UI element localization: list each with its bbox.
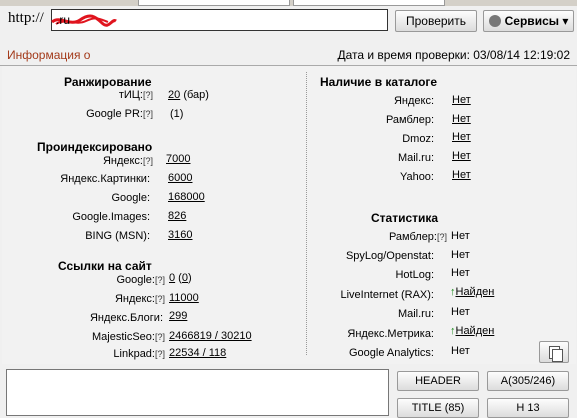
- indexed-bing-label: BING (MSN):: [85, 230, 150, 242]
- catalog-rambler-label: Рамблер:: [385, 114, 434, 126]
- output-textarea[interactable]: [6, 369, 389, 416]
- catalog-yandex-label: Яндекс:: [393, 95, 434, 107]
- copy-button[interactable]: [539, 341, 569, 363]
- indexed-yandex-label: Яндекс:[?]: [102, 155, 153, 167]
- links-yblogs-value[interactable]: 299: [169, 310, 187, 322]
- tab-right[interactable]: [293, 0, 445, 6]
- catalog-yandex-value[interactable]: Нет: [452, 94, 471, 106]
- h-button[interactable]: H 13: [487, 398, 569, 418]
- stats-title: Статистика: [371, 211, 439, 225]
- help-icon[interactable]: [?]: [155, 349, 165, 359]
- a-button[interactable]: A(305/246): [487, 371, 569, 391]
- column-divider: [306, 72, 308, 355]
- links-google-label: Google:[?]: [116, 274, 165, 286]
- indexed-google-label: Google:: [111, 192, 150, 204]
- catalog-mailru-label: Mail.ru:: [397, 152, 434, 164]
- stats-li-label: LiveInternet (RAX):: [340, 289, 434, 301]
- info-label: Информация о: [7, 48, 91, 62]
- check-datetime: Дата и время проверки: 03/08/14 12:19:02: [337, 48, 570, 62]
- help-icon[interactable]: [?]: [155, 275, 165, 285]
- stats-ga-label: Google Analytics:: [349, 347, 434, 359]
- links-yandex-value[interactable]: 11000: [169, 292, 199, 304]
- catalog-mailru-value[interactable]: Нет: [452, 150, 471, 162]
- catalog-rambler-value[interactable]: Нет: [452, 113, 471, 125]
- globe-icon: [488, 15, 501, 27]
- links-yandex-label: Яндекс:[?]: [114, 293, 165, 305]
- indexed-gimages-value[interactable]: 826: [168, 210, 186, 222]
- check-button[interactable]: Проверить: [395, 10, 477, 32]
- links-linkpad-value[interactable]: 22534 / 118: [169, 347, 226, 359]
- stats-spylog-label: SpyLog/Openstat:: [345, 250, 434, 262]
- stats-li-value[interactable]: ↑Найден: [450, 286, 494, 298]
- tic-label: тИЦ:[?]: [118, 89, 153, 101]
- help-icon[interactable]: [?]: [155, 294, 165, 304]
- header-button[interactable]: HEADER: [397, 371, 479, 391]
- stats-spylog-value: Нет: [451, 249, 470, 261]
- links-majestic-label: MajesticSeo:[?]: [92, 331, 165, 343]
- links-title: Ссылки на сайт: [58, 259, 152, 273]
- indexed-ykart-label: Яндекс.Картинки:: [60, 173, 150, 185]
- links-majestic-value[interactable]: 2466819 / 30210: [169, 330, 252, 342]
- stats-rambler-value: Нет: [451, 230, 470, 242]
- help-icon[interactable]: [?]: [143, 109, 153, 119]
- catalog-title: Наличие в каталоге: [320, 75, 438, 89]
- tab-left[interactable]: [138, 0, 290, 6]
- help-icon[interactable]: [?]: [143, 90, 153, 100]
- indexed-bing-value[interactable]: 3160: [168, 229, 192, 241]
- catalog-yahoo-value[interactable]: Нет: [452, 169, 471, 181]
- links-yblogs-label: Яндекс.Блоги:: [89, 312, 163, 324]
- catalog-yahoo-label: Yahoo:: [399, 171, 434, 183]
- links-google-value[interactable]: 0 (0): [169, 272, 192, 284]
- stats-mailru-label: Mail.ru:: [397, 308, 434, 320]
- services-button[interactable]: Сервисы ▾: [483, 10, 574, 32]
- help-icon[interactable]: [?]: [143, 156, 153, 166]
- ranking-title: Ранжирование: [64, 75, 152, 89]
- tic-value[interactable]: 20 (бар): [168, 89, 209, 101]
- indexed-ykart-value[interactable]: 6000: [168, 172, 192, 184]
- stats-ymetrika-value[interactable]: ↑Найден: [450, 325, 494, 337]
- stats-hotlog-value: Нет: [451, 267, 470, 279]
- stats-hotlog-label: HotLog:: [395, 269, 434, 281]
- url-prefix: http://: [8, 10, 44, 26]
- stats-rambler-label: Рамблер:[?]: [388, 231, 447, 243]
- catalog-dmoz-value[interactable]: Нет: [452, 131, 471, 143]
- services-label: Сервисы ▾: [504, 14, 569, 28]
- stats-ymetrika-label: Яндекс.Метрика:: [347, 328, 434, 340]
- indexed-google-value[interactable]: 168000: [168, 191, 205, 203]
- pr-label: Google PR:[?]: [86, 108, 153, 120]
- indexed-title: Проиндексировано: [37, 140, 153, 154]
- indexed-gimages-label: Google.Images:: [72, 211, 150, 223]
- links-linkpad-label: Linkpad:[?]: [113, 348, 165, 360]
- title-button[interactable]: TITLE (85): [397, 398, 479, 418]
- stats-ga-value: Нет: [451, 345, 470, 357]
- catalog-dmoz-label: Dmoz:: [402, 133, 434, 145]
- copy-icon-back: [552, 349, 563, 362]
- help-icon[interactable]: [?]: [155, 332, 165, 342]
- url-value: .ru: [56, 13, 71, 27]
- pr-value: (1): [170, 108, 184, 120]
- url-input[interactable]: .ru: [51, 9, 388, 31]
- stats-mailru-value: Нет: [451, 306, 470, 318]
- indexed-yandex-value[interactable]: 7000: [166, 153, 190, 165]
- help-icon[interactable]: [?]: [437, 232, 447, 242]
